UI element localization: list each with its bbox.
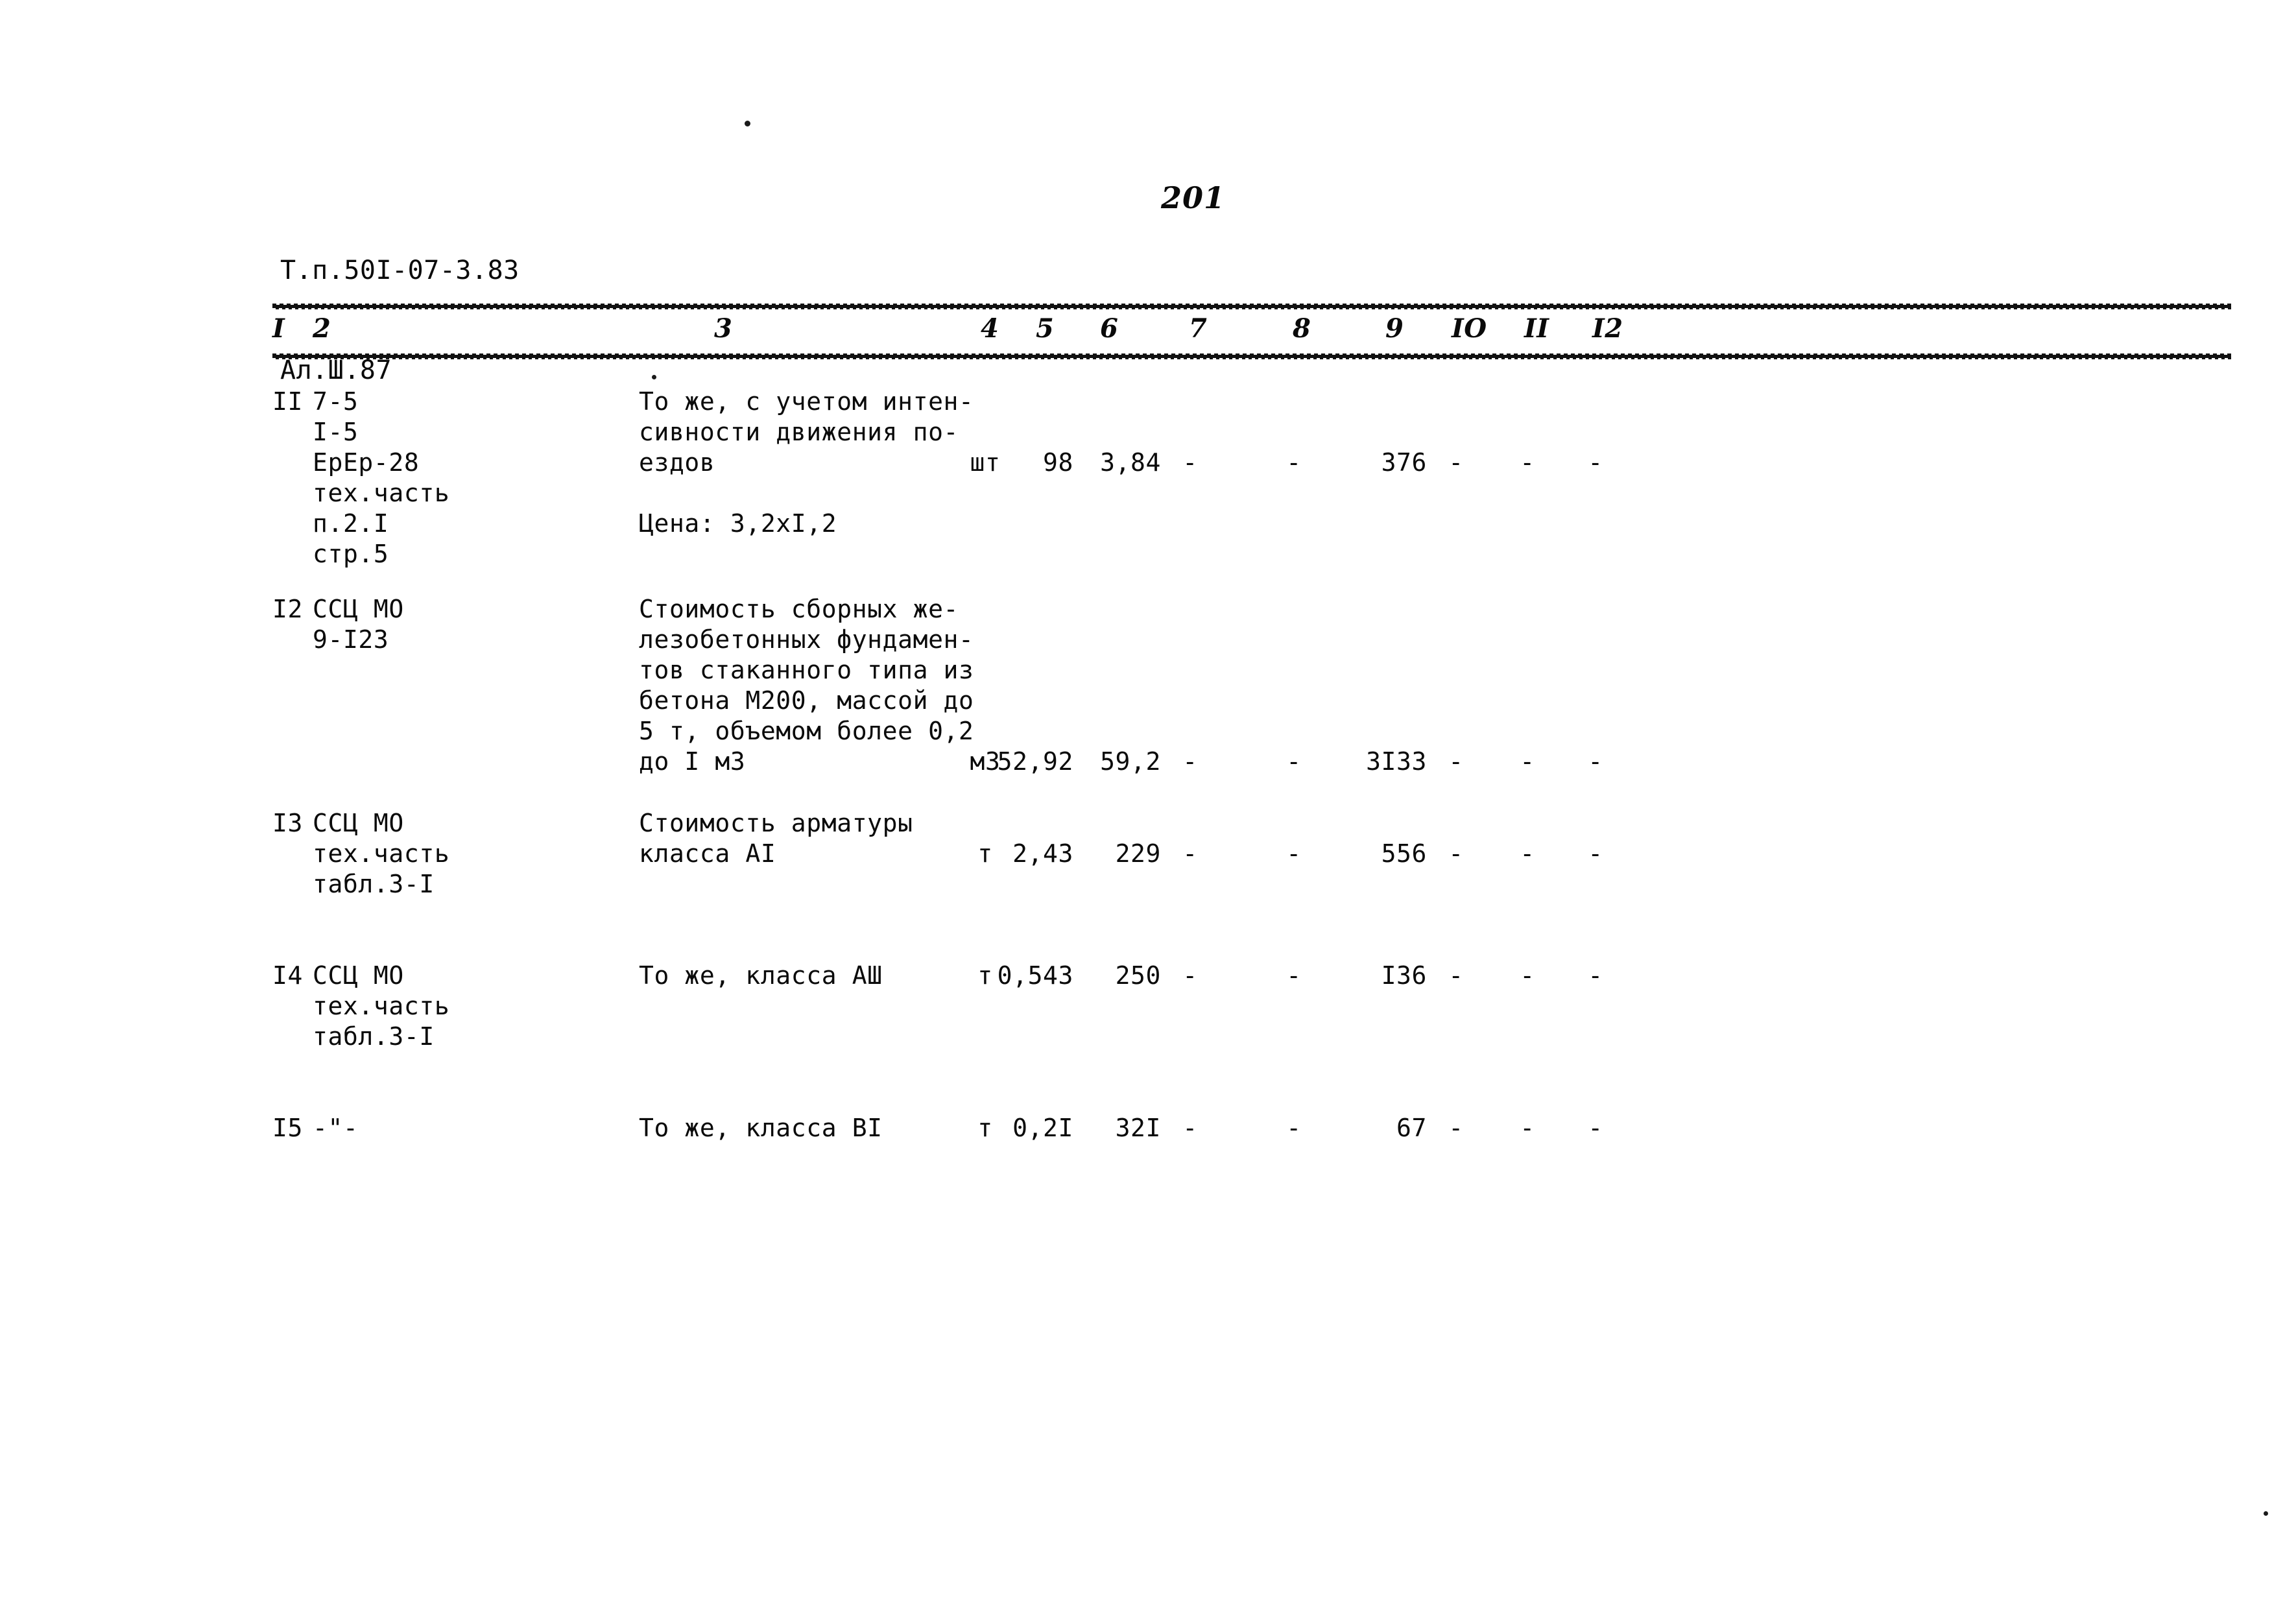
row-col8: - <box>1286 961 1302 990</box>
column-header-1: I <box>272 313 285 344</box>
column-header-12: I2 <box>1592 313 1623 344</box>
row-description: Стоимость сборных же- лезобетонных фунда… <box>639 595 974 776</box>
row-description: То же, класса ВI <box>639 1114 883 1142</box>
row-col11: - <box>1520 448 1535 477</box>
row-col10: - <box>1448 1114 1464 1142</box>
row-total: 376 <box>1381 448 1427 477</box>
document-code-line-1: Т.п.50I-07-3.83 <box>280 256 520 286</box>
row-description: То же, с учетом интен- сивности движения… <box>639 387 974 538</box>
table-row: I4 ССЦ МО тех.часть табл.3-I То же, клас… <box>272 961 2231 1113</box>
row-number: I2 <box>272 595 303 623</box>
row-col8: - <box>1286 839 1302 868</box>
table-body: II 7-5 I-5 ЕрЕр-28 тех.часть п.2.I стр.5… <box>272 358 2231 1217</box>
row-col8: - <box>1286 1114 1302 1142</box>
row-number: I3 <box>272 809 303 837</box>
column-header-11: II <box>1524 313 1549 344</box>
column-header-10: IO <box>1452 313 1487 344</box>
row-col10: - <box>1448 961 1464 990</box>
row-col7: - <box>1182 1114 1198 1142</box>
row-code-reference: -"- <box>313 1114 359 1142</box>
row-description: То же, класса АШ <box>639 961 883 990</box>
row-number: I4 <box>272 961 303 990</box>
row-unit-price: 59,2 <box>1100 747 1161 776</box>
column-header-8: 8 <box>1293 313 1311 344</box>
column-header-2: 2 <box>313 313 331 344</box>
cost-estimate-table: I 2 3 4 5 6 7 8 9 IO II I2 II 7-5 I-5 Ер… <box>272 304 2231 1217</box>
row-number: I5 <box>272 1114 303 1142</box>
column-header-9: 9 <box>1385 313 1404 344</box>
row-unit-price: 229 <box>1115 839 1161 868</box>
column-header-7: 7 <box>1189 313 1208 344</box>
row-col10: - <box>1448 747 1464 776</box>
page-number: 201 <box>1161 180 1226 215</box>
table-column-header-row: I 2 3 4 5 6 7 8 9 IO II I2 <box>272 308 2231 355</box>
row-quantity: 2,43 <box>1012 839 1073 868</box>
row-total: 67 <box>1396 1114 1427 1142</box>
table-row: II 7-5 I-5 ЕрЕр-28 тех.часть п.2.I стр.5… <box>272 387 2231 594</box>
column-header-6: 6 <box>1100 313 1119 344</box>
row-total: I36 <box>1381 961 1427 990</box>
row-total: 556 <box>1381 839 1427 868</box>
row-col11: - <box>1520 1114 1535 1142</box>
row-code-reference: 7-5 I-5 ЕрЕр-28 тех.часть п.2.I стр.5 <box>313 387 450 568</box>
row-quantity: 52,92 <box>997 747 1073 776</box>
row-col11: - <box>1520 961 1535 990</box>
row-number: II <box>272 387 303 416</box>
row-col8: - <box>1286 448 1302 477</box>
row-description: Стоимость арматуры класса АI <box>639 809 913 868</box>
row-unit-price: 250 <box>1115 961 1161 990</box>
row-unit-price: 3,84 <box>1100 448 1161 477</box>
column-header-3: 3 <box>714 313 733 344</box>
row-code-reference: ССЦ МО тех.часть табл.3-I <box>313 809 450 898</box>
column-header-5: 5 <box>1036 313 1055 344</box>
scan-speck <box>745 121 750 126</box>
row-total: 3I33 <box>1366 747 1427 776</box>
row-quantity: 0,2I <box>1012 1114 1073 1142</box>
row-code-reference: ССЦ МО 9-I23 <box>313 595 404 654</box>
row-col7: - <box>1182 747 1198 776</box>
row-col7: - <box>1182 839 1198 868</box>
row-quantity: 0,543 <box>997 961 1073 990</box>
row-col12: - <box>1588 448 1603 477</box>
row-unit-price: 32I <box>1115 1114 1161 1142</box>
row-col7: - <box>1182 961 1198 990</box>
row-col12: - <box>1588 961 1603 990</box>
row-col11: - <box>1520 839 1535 868</box>
row-code-reference: ССЦ МО тех.часть табл.3-I <box>313 961 450 1051</box>
row-col12: - <box>1588 1114 1603 1142</box>
row-col10: - <box>1448 448 1464 477</box>
row-col7: - <box>1182 448 1198 477</box>
row-col10: - <box>1448 839 1464 868</box>
row-col12: - <box>1588 747 1603 776</box>
table-row: I2 ССЦ МО 9-I23 Стоимость сборных же- ле… <box>272 594 2231 808</box>
table-row: I3 ССЦ МО тех.часть табл.3-I Стоимость а… <box>272 808 2231 961</box>
scan-speck <box>2264 1511 2268 1516</box>
row-col12: - <box>1588 839 1603 868</box>
column-header-4: 4 <box>981 313 999 344</box>
table-row: I5 -"- То же, класса ВI т 0,2I 32I - - 6… <box>272 1113 2231 1217</box>
row-col11: - <box>1520 747 1535 776</box>
